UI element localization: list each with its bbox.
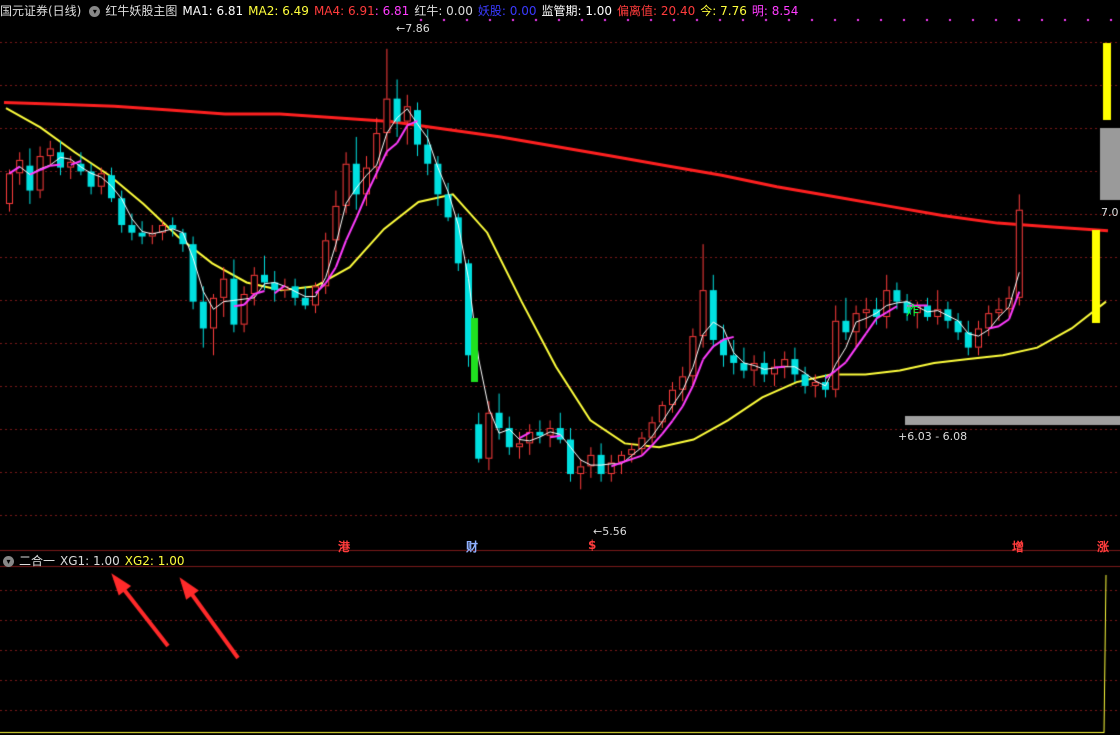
- event-marker[interactable]: 涨: [1097, 538, 1109, 555]
- event-marker[interactable]: $: [588, 538, 596, 552]
- zone-range-label: +6.03 - 6.08: [898, 430, 968, 443]
- indicator-name[interactable]: 红牛妖股主图: [105, 2, 177, 20]
- kline-chart-canvas[interactable]: [0, 0, 1120, 735]
- main-indicator-header: 国元证券(日线) ▾ 红牛妖股主图 MA1: 6.81 MA2: 6.49 MA…: [0, 2, 803, 20]
- chevron-down-icon[interactable]: ▾: [3, 555, 14, 567]
- ma4-value: MA4: 6.91: [313, 4, 375, 18]
- pianli-value: 偏离值: 20.40: [617, 4, 696, 18]
- jianguan-value: 监管期: 1.00: [541, 4, 613, 18]
- ma2-value: MA2: 6.49: [248, 4, 309, 18]
- hongniu-value: 红牛: 0.00: [414, 4, 473, 18]
- xg2-value: XG2: 1.00: [124, 554, 185, 568]
- event-marker[interactable]: 港: [338, 538, 350, 555]
- high-price-label: ←7.86: [396, 22, 430, 35]
- yaogu-value: 妖股: 0.00: [477, 4, 537, 18]
- low-price-label: ←5.56: [593, 525, 627, 538]
- sub-indicator-header: ▾ 二合一 XG1: 1.00 XG2: 1.00: [0, 553, 189, 569]
- ma1-value: MA1: 6.81: [182, 4, 244, 18]
- extra-value: : 6.81: [374, 4, 410, 18]
- chevron-down-icon[interactable]: ▾: [89, 5, 101, 17]
- security-title[interactable]: 国元证券(日线): [0, 2, 81, 20]
- event-marker[interactable]: 增: [1012, 538, 1024, 555]
- tomorrow-value: 明: 8.54: [751, 4, 799, 18]
- sub-indicator-name[interactable]: 二合一: [19, 553, 55, 569]
- event-marker[interactable]: 财: [466, 538, 478, 555]
- xg1-value: XG1: 1.00: [60, 554, 120, 568]
- today-value: 今: 7.76: [700, 4, 747, 18]
- zha-signal-label: 炸: [906, 304, 920, 319]
- right-price-label: 7.0: [1101, 206, 1119, 219]
